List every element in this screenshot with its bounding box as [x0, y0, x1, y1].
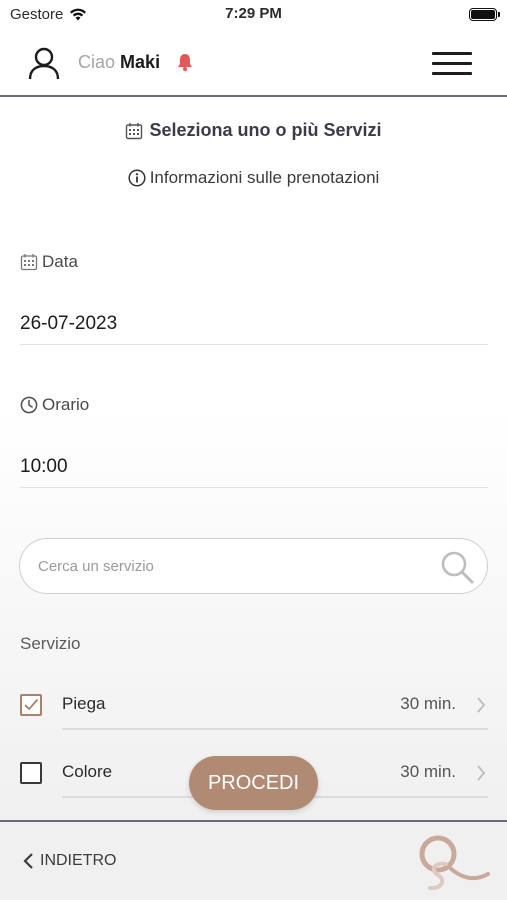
calendar-icon — [20, 254, 38, 271]
greeting-text: Ciao — [78, 52, 116, 72]
booking-info-text: Informazioni sulle prenotazioni — [149, 168, 380, 187]
proceed-button[interactable]: PROCEDI — [189, 756, 318, 810]
date-label-text: Data — [42, 252, 78, 271]
status-time: 7:29 PM — [225, 5, 282, 22]
greeting: Ciao Maki — [78, 52, 160, 73]
checkmark-icon — [24, 698, 39, 711]
service-checkbox[interactable] — [20, 762, 42, 784]
status-bar: Gestore 7:29 PM — [0, 0, 507, 30]
chevron-right-icon[interactable] — [476, 764, 486, 782]
chevron-right-icon[interactable] — [476, 696, 486, 714]
service-name: Piega — [62, 694, 106, 713]
time-label-text: Orario — [42, 395, 90, 414]
date-field[interactable]: 26-07-2023 — [20, 305, 488, 345]
time-field[interactable]: 10:00 — [20, 448, 488, 488]
user-name: Maki — [120, 52, 161, 72]
app-header: Ciao Maki — [0, 30, 507, 97]
booking-info-link[interactable]: Informazioni sulle prenotazioni — [0, 168, 507, 188]
user-icon[interactable] — [27, 46, 61, 80]
date-label: Data — [20, 252, 78, 272]
clock-icon — [20, 396, 38, 414]
page-title-text: Seleziona uno o più Servizi — [149, 120, 382, 140]
bell-icon[interactable] — [175, 52, 195, 72]
back-button[interactable]: INDIETRO — [22, 852, 116, 870]
search-icon[interactable] — [439, 549, 475, 585]
back-label: INDIETRO — [40, 852, 117, 869]
service-checkbox[interactable] — [20, 694, 42, 716]
service-duration: 30 min. — [400, 762, 456, 781]
calendar-icon — [126, 122, 143, 139]
brand-logo — [419, 835, 490, 891]
service-search-input[interactable] — [38, 553, 438, 579]
battery-icon — [469, 8, 500, 21]
service-search-box[interactable] — [19, 538, 488, 594]
row-divider — [62, 728, 488, 730]
hamburger-menu-button[interactable] — [432, 50, 472, 78]
page-title: Seleziona uno o più Servizi — [0, 120, 507, 141]
time-label: Orario — [20, 395, 89, 415]
service-name: Colore — [62, 762, 113, 781]
service-duration: 30 min. — [400, 694, 456, 713]
chevron-left-icon — [23, 853, 33, 869]
service-row-piega[interactable]: Piega 30 min. — [20, 684, 488, 730]
bottom-bar: INDIETRO — [0, 820, 507, 900]
services-section-label: Servizio — [20, 634, 81, 653]
info-icon — [128, 169, 146, 187]
